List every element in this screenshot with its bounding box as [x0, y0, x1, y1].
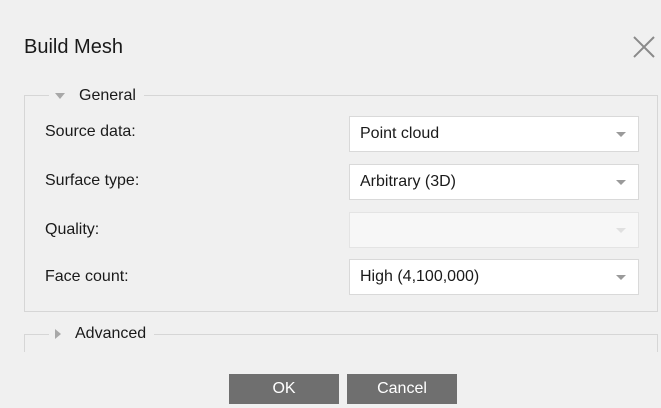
quality-label: Quality:: [45, 221, 100, 238]
advanced-group-header[interactable]: Advanced: [49, 324, 155, 344]
general-group-header[interactable]: General: [49, 86, 144, 106]
chevron-down-icon: [616, 132, 626, 137]
dialog-title: Build Mesh: [24, 36, 123, 58]
close-icon: [633, 36, 655, 58]
source-data-select[interactable]: Point cloud: [349, 116, 639, 152]
expand-triangle-icon: [55, 329, 61, 339]
chevron-down-icon: [616, 275, 626, 280]
source-data-label: Source data:: [45, 123, 136, 140]
face-count-value: High (4,100,000): [360, 268, 480, 285]
close-button[interactable]: [630, 33, 658, 61]
build-mesh-dialog: Build Mesh General Source data: Point cl…: [0, 0, 661, 408]
face-count-label: Face count:: [45, 268, 129, 285]
surface-type-value: Arbitrary (3D): [360, 173, 457, 190]
source-data-value: Point cloud: [360, 125, 440, 142]
advanced-group-label: Advanced: [75, 325, 147, 342]
ok-button[interactable]: OK: [229, 374, 339, 404]
surface-type-select[interactable]: Arbitrary (3D): [349, 164, 639, 200]
cancel-button[interactable]: Cancel: [347, 374, 457, 404]
collapse-triangle-icon: [55, 93, 65, 99]
surface-type-label: Surface type:: [45, 172, 140, 189]
dialog-titlebar: Build Mesh: [0, 0, 661, 84]
quality-select: [349, 212, 639, 248]
general-group-label: General: [79, 87, 136, 104]
chevron-down-icon: [616, 228, 626, 233]
face-count-select[interactable]: High (4,100,000): [349, 259, 639, 295]
advanced-group: Advanced: [24, 324, 658, 352]
chevron-down-icon: [616, 180, 626, 185]
